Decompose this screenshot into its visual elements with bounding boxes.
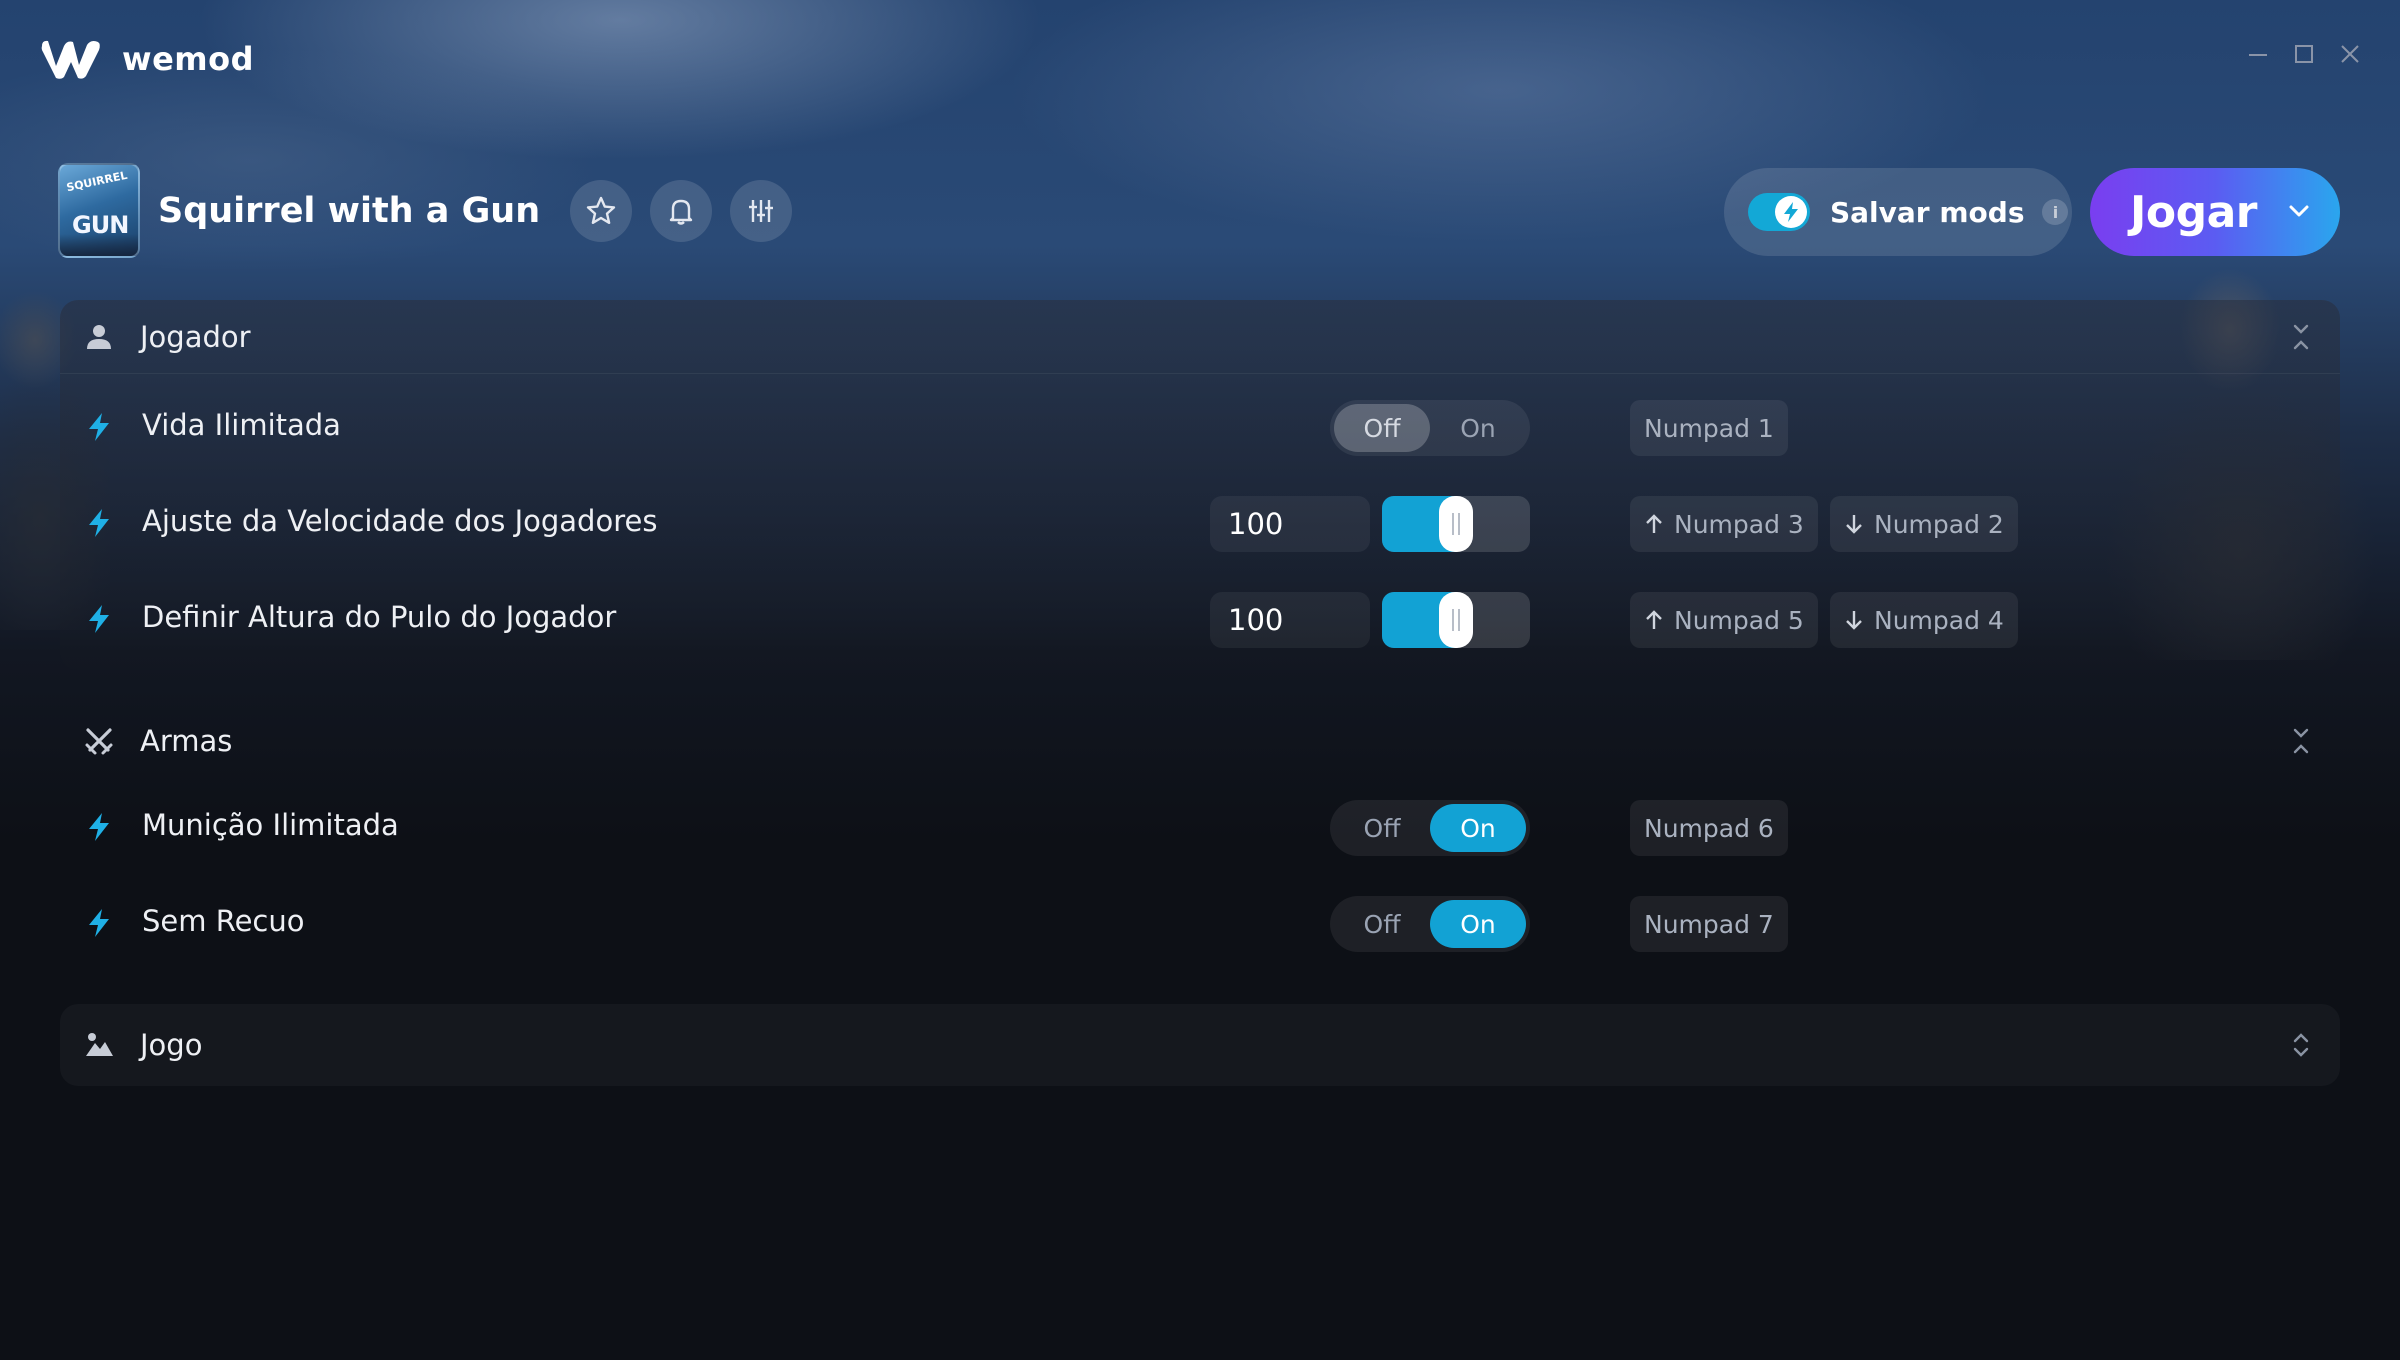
- play-label: Jogar: [2130, 186, 2258, 238]
- toggle-off-option[interactable]: Off: [1334, 404, 1430, 452]
- section-armas: Armas Munição Ilimitada Off On Numpad 6 …: [60, 700, 2340, 970]
- minimize-button[interactable]: [2248, 44, 2268, 64]
- wemod-logo-icon: [41, 40, 100, 79]
- section-header[interactable]: Jogador: [60, 300, 2340, 374]
- star-icon: [586, 196, 616, 224]
- close-button[interactable]: [2340, 44, 2360, 64]
- hotkey-label: Numpad 3: [1674, 509, 1804, 539]
- app-name: wemod: [122, 40, 254, 78]
- minimize-icon: [2249, 54, 2267, 56]
- section-header[interactable]: Jogo: [60, 1008, 2340, 1082]
- hotkey-label: Numpad 2: [1874, 509, 2004, 539]
- mod-value-input[interactable]: 100: [1210, 496, 1370, 552]
- hotkey-label: Numpad 7: [1644, 909, 1774, 939]
- lightning-icon: [89, 909, 109, 937]
- bell-icon: [669, 199, 693, 225]
- toggle-off-option[interactable]: Off: [1334, 900, 1430, 948]
- hotkey-label: Numpad 1: [1644, 413, 1774, 443]
- mod-row: Munição Ilimitada Off On Numpad 6: [60, 792, 2340, 862]
- arrow-up-icon: [1646, 610, 1662, 629]
- hotkey-label: Numpad 5: [1674, 605, 1804, 635]
- game-title: Squirrel with a Gun: [158, 190, 541, 231]
- slider-handle[interactable]: [1439, 592, 1473, 648]
- mod-toggle[interactable]: Off On: [1330, 400, 1530, 456]
- section-title: Armas: [140, 724, 233, 758]
- save-mods-toggle[interactable]: [1748, 193, 1810, 231]
- close-icon: [2341, 45, 2359, 63]
- lightning-icon: [89, 413, 109, 441]
- window-controls: [2248, 44, 2360, 64]
- mod-label: Definir Altura do Pulo do Jogador: [142, 600, 617, 634]
- hotkey-label: Numpad 6: [1644, 813, 1774, 843]
- hotkey-increase-badge[interactable]: Numpad 5: [1630, 592, 1818, 648]
- hotkey-badge[interactable]: Numpad 1: [1630, 400, 1788, 456]
- notifications-button[interactable]: [650, 179, 713, 242]
- mod-value-input[interactable]: 100: [1210, 592, 1370, 648]
- mod-toggle[interactable]: Off On: [1330, 800, 1530, 856]
- section-jogo[interactable]: Jogo: [60, 1004, 2340, 1086]
- title-bar: wemod: [0, 0, 2400, 120]
- toggle-on-option[interactable]: On: [1430, 804, 1526, 852]
- lightning-icon: [89, 509, 109, 537]
- lightning-icon: [1784, 202, 1798, 222]
- crossed-swords-icon: [85, 728, 113, 755]
- collapse-icon[interactable]: [2290, 726, 2312, 756]
- expand-icon[interactable]: [2290, 1030, 2312, 1060]
- mod-row: Vida Ilimitada Off On Numpad 1: [60, 392, 2340, 462]
- mod-slider[interactable]: [1382, 592, 1530, 648]
- lightning-icon: [89, 813, 109, 841]
- toggle-off-option[interactable]: Off: [1334, 804, 1430, 852]
- mod-row: Sem Recuo Off On Numpad 7: [60, 888, 2340, 958]
- collapse-icon[interactable]: [2290, 322, 2312, 352]
- hotkey-label: Numpad 4: [1874, 605, 2004, 635]
- hotkey-increase-badge[interactable]: Numpad 3: [1630, 496, 1818, 552]
- thumbnail-caption: SQUIRREL: [65, 168, 129, 195]
- mod-row: Definir Altura do Pulo do Jogador 100 Nu…: [60, 584, 2340, 654]
- mod-label: Munição Ilimitada: [142, 808, 399, 842]
- game-header: SQUIRREL GUN Squirrel with a Gun: [58, 163, 810, 258]
- maximize-icon: [2295, 45, 2313, 63]
- section-header[interactable]: Armas: [60, 704, 2340, 778]
- user-icon: [87, 324, 111, 349]
- hotkey-decrease-badge[interactable]: Numpad 2: [1830, 496, 2018, 552]
- mod-toggle[interactable]: Off On: [1330, 896, 1530, 952]
- section-jogador: Jogador Vida Ilimitada Off On Numpad 1 A…: [60, 300, 2340, 670]
- landscape-icon: [86, 1033, 113, 1056]
- toggle-on-option[interactable]: On: [1430, 900, 1526, 948]
- lightning-icon: [89, 605, 109, 633]
- arrow-up-icon: [1646, 514, 1662, 533]
- section-title: Jogo: [140, 1028, 203, 1062]
- mod-label: Sem Recuo: [142, 904, 305, 938]
- sliders-icon: [749, 199, 774, 222]
- slider-handle[interactable]: [1439, 496, 1473, 552]
- mod-label: Vida Ilimitada: [142, 408, 341, 442]
- info-icon[interactable]: i: [2042, 199, 2069, 225]
- hotkey-decrease-badge[interactable]: Numpad 4: [1830, 592, 2018, 648]
- chevron-down-icon[interactable]: [2286, 198, 2312, 224]
- save-mods-control[interactable]: Salvar mods i: [1724, 168, 2072, 256]
- settings-sliders-button[interactable]: [730, 179, 793, 242]
- game-thumbnail[interactable]: SQUIRREL GUN: [58, 163, 140, 258]
- hotkey-badge[interactable]: Numpad 7: [1630, 896, 1788, 952]
- favorite-button[interactable]: [570, 179, 633, 242]
- play-button[interactable]: Jogar: [2090, 168, 2340, 256]
- mod-label: Ajuste da Velocidade dos Jogadores: [142, 504, 658, 538]
- app-logo[interactable]: wemod: [40, 38, 254, 80]
- section-title: Jogador: [140, 319, 251, 354]
- mod-row: Ajuste da Velocidade dos Jogadores 100 N…: [60, 488, 2340, 558]
- save-mods-label: Salvar mods: [1830, 195, 2025, 229]
- arrow-down-icon: [1846, 611, 1862, 630]
- maximize-button[interactable]: [2294, 44, 2314, 64]
- hotkey-badge[interactable]: Numpad 6: [1630, 800, 1788, 856]
- mod-slider[interactable]: [1382, 496, 1530, 552]
- toggle-on-option[interactable]: On: [1430, 404, 1526, 452]
- arrow-down-icon: [1846, 515, 1862, 534]
